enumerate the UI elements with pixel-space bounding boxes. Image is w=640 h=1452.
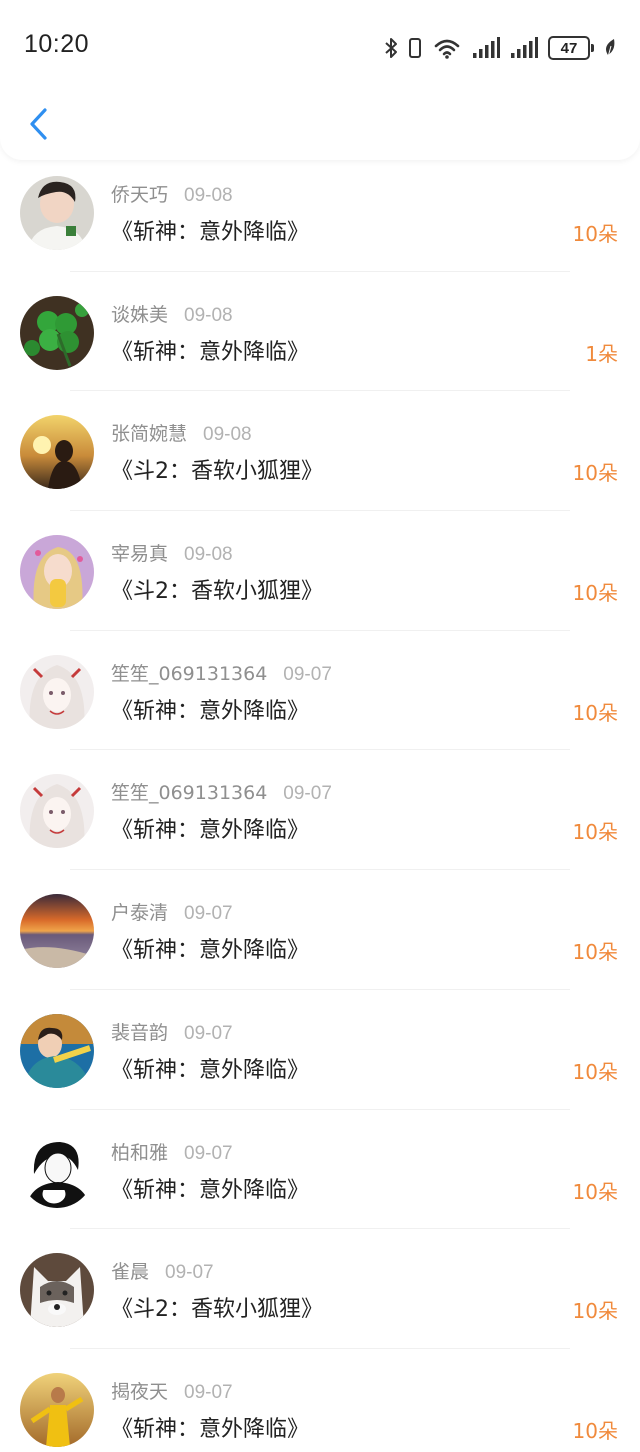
book-title[interactable]: 《斩神：意外降临》: [111, 693, 309, 725]
list-item[interactable]: 侨天巧 09-08 《斩神：意外降临》 10朵: [0, 152, 640, 272]
avatar[interactable]: [20, 1253, 94, 1328]
leaf-icon: [604, 38, 616, 58]
gift-count: 10朵: [572, 1179, 618, 1204]
user-name[interactable]: 张简婉慧: [111, 423, 187, 445]
user-name[interactable]: 笙笙_069131364: [111, 782, 267, 804]
book-title[interactable]: 《斩神：意外降临》: [111, 214, 309, 246]
item-meta: 揭夜天 09-07: [111, 1377, 233, 1404]
signal-icon: [472, 37, 500, 59]
avatar[interactable]: [20, 535, 94, 610]
list-item[interactable]: 笙笙_069131364 09-07 《斩神：意外降临》 10朵: [0, 750, 640, 871]
item-date: 09-07: [184, 1022, 233, 1044]
user-name[interactable]: 揭夜天: [111, 1381, 168, 1403]
item-date: 09-07: [165, 1262, 214, 1284]
avatar[interactable]: [20, 774, 94, 849]
gift-count: 10朵: [572, 461, 618, 486]
item-meta: 笙笙_069131364 09-07: [111, 659, 332, 686]
avatar[interactable]: [20, 1372, 94, 1447]
user-name[interactable]: 宰易真: [111, 543, 168, 565]
list-item[interactable]: 柏和雅 09-07 《斩神：意外降临》 10朵: [0, 1110, 640, 1230]
avatar[interactable]: [20, 894, 94, 969]
item-meta: 张简婉慧 09-08: [111, 419, 252, 446]
list-item[interactable]: 揭夜天 09-07 《斩神：意外降临》 10朵: [0, 1349, 640, 1452]
bluetooth-icon: [384, 37, 398, 59]
book-title[interactable]: 《斗2：香软小狐狸》: [111, 1291, 323, 1323]
gift-count: 10朵: [572, 222, 618, 246]
book-title[interactable]: 《斗2：香软小狐狸》: [111, 573, 323, 605]
item-date: 09-08: [184, 544, 233, 566]
avatar[interactable]: [20, 1013, 94, 1088]
item-meta: 笙笙_069131364 09-07: [111, 778, 332, 805]
item-date: 09-07: [283, 663, 332, 685]
user-name[interactable]: 雀晨: [111, 1261, 149, 1283]
avatar[interactable]: [20, 176, 94, 250]
item-date: 09-07: [283, 783, 332, 805]
list-item[interactable]: 雀晨 09-07 《斗2：香软小狐狸》 10朵: [0, 1229, 640, 1349]
book-title[interactable]: 《斗2：香软小狐狸》: [111, 453, 323, 485]
gift-count: 1朵: [585, 341, 618, 366]
list-item[interactable]: 谈姝美 09-08 《斩神：意外降临》 1朵: [0, 272, 640, 392]
item-date: 09-08: [203, 424, 252, 446]
list-item[interactable]: 张简婉慧 09-08 《斗2：香软小狐狸》 10朵: [0, 391, 640, 512]
item-date: 09-07: [184, 1142, 233, 1164]
user-name[interactable]: 侨天巧: [111, 184, 168, 206]
book-title[interactable]: 《斩神：意外降临》: [111, 1052, 309, 1084]
user-name[interactable]: 户泰清: [111, 902, 168, 924]
avatar[interactable]: [20, 654, 94, 729]
chevron-left-icon: [27, 107, 49, 145]
item-meta: 谈姝美 09-08: [111, 300, 233, 327]
avatar[interactable]: [20, 295, 94, 370]
item-meta: 雀晨 09-07: [111, 1257, 214, 1284]
top-bar: 10:20 47: [0, 0, 640, 160]
item-meta: 裴音韵 09-07: [111, 1018, 233, 1045]
list-item[interactable]: 裴音韵 09-07 《斩神：意外降临》 10朵: [0, 990, 640, 1110]
user-name[interactable]: 柏和雅: [111, 1142, 168, 1164]
item-meta: 柏和雅 09-07: [111, 1138, 233, 1165]
gift-count: 10朵: [572, 1299, 618, 1324]
list-item[interactable]: 宰易真 09-08 《斗2：香软小狐狸》 10朵: [0, 511, 640, 631]
gift-count: 10朵: [572, 1059, 618, 1084]
status-time: 10:20: [24, 30, 90, 58]
battery-level: 47: [548, 36, 590, 60]
book-title[interactable]: 《斩神：意外降临》: [111, 1172, 309, 1204]
item-meta: 户泰清 09-07: [111, 898, 233, 925]
gift-count: 10朵: [572, 581, 618, 606]
book-title[interactable]: 《斩神：意外降临》: [111, 1411, 309, 1443]
item-meta: 侨天巧 09-08: [111, 180, 233, 207]
wifi-icon: [432, 36, 462, 60]
gift-count: 10朵: [572, 820, 618, 845]
item-date: 09-07: [184, 903, 233, 925]
avatar[interactable]: [20, 1133, 94, 1208]
book-title[interactable]: 《斩神：意外降临》: [111, 812, 309, 844]
back-button[interactable]: [18, 104, 58, 148]
avatar[interactable]: [20, 415, 94, 490]
item-date: 09-08: [184, 185, 233, 206]
screen: 10:20 47 侨天巧 09-08 《斩神：意外降临》 10朵 谈姝美 09-…: [0, 0, 640, 1452]
book-title[interactable]: 《斩神：意外降临》: [111, 932, 309, 964]
user-name[interactable]: 谈姝美: [111, 304, 168, 326]
list-item[interactable]: 笙笙_069131364 09-07 《斩神：意外降临》 10朵: [0, 631, 640, 751]
battery-icon: 47: [548, 36, 594, 60]
signal-icon: [510, 37, 538, 59]
status-icons: 47: [384, 34, 616, 62]
list-item[interactable]: 户泰清 09-07 《斩神：意外降临》 10朵: [0, 870, 640, 990]
gift-count: 10朵: [572, 700, 618, 725]
gift-count: 10朵: [572, 940, 618, 965]
user-name[interactable]: 笙笙_069131364: [111, 663, 267, 685]
gift-list: 侨天巧 09-08 《斩神：意外降临》 10朵 谈姝美 09-08 《斩神：意外降临》 1朵张…: [0, 152, 640, 1452]
vibrate-icon: [408, 36, 422, 60]
item-date: 09-07: [184, 1381, 233, 1403]
item-meta: 宰易真 09-08: [111, 539, 233, 566]
item-date: 09-08: [184, 304, 233, 326]
gift-count: 10朵: [572, 1418, 618, 1443]
user-name[interactable]: 裴音韵: [111, 1022, 168, 1044]
book-title[interactable]: 《斩神：意外降临》: [111, 334, 309, 366]
status-bar: 10:20 47: [0, 0, 640, 96]
